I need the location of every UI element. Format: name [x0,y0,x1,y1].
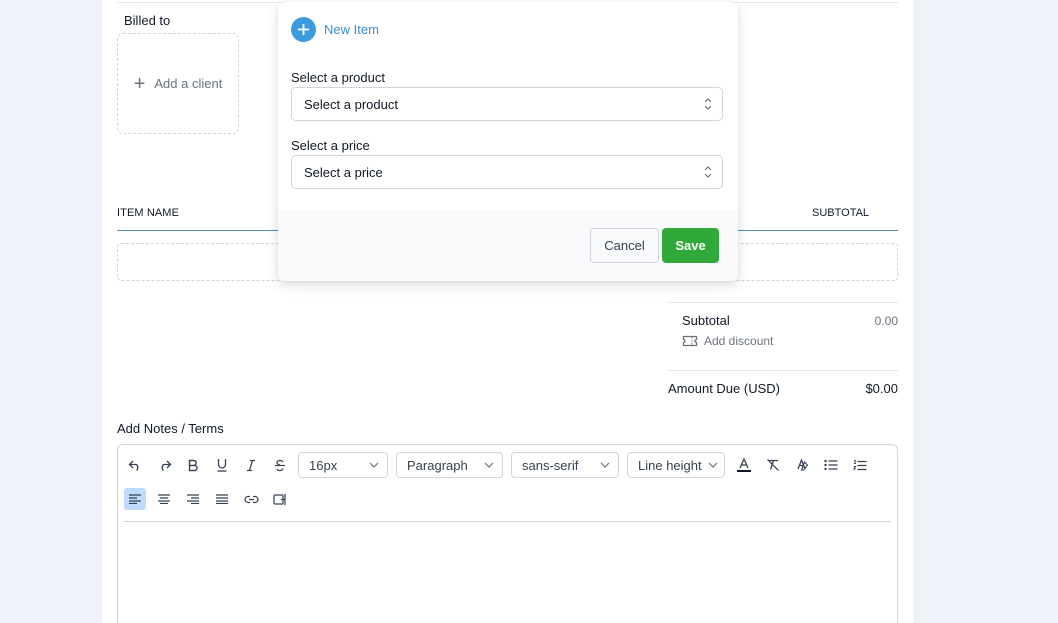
updown-chevron-icon [704,166,712,178]
amount-divider [668,370,898,371]
new-item-label: New Item [324,22,379,37]
underline-icon[interactable] [211,454,233,476]
product-select-value: Select a product [304,96,398,112]
editor-toolbar-divider [124,521,891,522]
undo-icon[interactable] [124,454,146,476]
add-circle-icon [291,17,316,42]
font-size-select[interactable]: 16px [298,452,388,478]
item-name-column-header: ITEM NAME [117,207,180,219]
add-client-button[interactable]: + Add a client [117,33,239,134]
totals-divider [668,302,898,303]
block-type-select[interactable]: Paragraph [396,452,503,478]
subtotal-value: 0.00 [874,314,898,328]
redo-icon[interactable] [153,454,175,476]
bullet-list-icon[interactable] [820,454,842,476]
align-left-icon[interactable] [124,488,146,510]
ticket-icon [682,335,698,347]
font-family-select[interactable]: sans-serif [511,452,619,478]
numbered-list-icon[interactable] [849,454,871,476]
font-family-value: sans-serif [522,457,579,473]
block-type-value: Paragraph [407,457,468,473]
add-discount-button[interactable]: Add discount [682,334,773,348]
text-color-icon[interactable] [733,454,755,476]
align-justify-icon[interactable] [211,488,233,510]
line-height-select[interactable]: Line height [627,452,725,478]
product-select[interactable]: Select a product [291,87,723,121]
chevron-down-icon [600,462,610,468]
align-center-icon[interactable] [153,488,175,510]
clear-format-icon[interactable] [762,454,784,476]
price-select-value: Select a price [304,164,383,180]
align-right-icon[interactable] [182,488,204,510]
new-item-button[interactable]: New Item [291,17,379,42]
bold-icon[interactable] [182,454,204,476]
line-height-value: Line height [638,457,702,473]
strikethrough-icon[interactable] [269,454,291,476]
new-item-popover: New Item Select a product Select a produ… [278,2,738,281]
italic-icon[interactable] [240,454,262,476]
font-size-value: 16px [309,457,338,473]
amount-due-value: $0.00 [865,381,898,396]
product-field-label: Select a product [291,70,385,85]
subtotal-column-header: SUBTOTAL [812,207,870,219]
chevron-down-icon [369,462,379,468]
save-button[interactable]: Save [662,228,719,263]
plus-icon: + [133,72,146,95]
link-icon[interactable] [240,488,262,510]
notes-editor[interactable]: 16px Paragraph sans-serif Line height [117,444,898,623]
editor-toolbar-row-1: 16px Paragraph sans-serif Line height [124,452,878,478]
price-field-label: Select a price [291,138,370,153]
billed-to-label: Billed to [124,13,171,28]
amount-due-label: Amount Due (USD) [668,381,780,396]
highlight-icon[interactable] [791,454,813,476]
notes-label: Add Notes / Terms [117,421,224,436]
embed-icon[interactable] [269,488,291,510]
add-discount-label: Add discount [704,334,774,348]
add-client-label: Add a client [154,76,223,91]
chevron-down-icon [484,462,494,468]
price-select[interactable]: Select a price [291,155,723,189]
subtotal-label: Subtotal [682,313,730,328]
updown-chevron-icon [704,98,712,110]
chevron-down-icon [708,462,718,468]
cancel-button[interactable]: Cancel [590,228,659,263]
editor-toolbar-row-2 [124,488,298,510]
